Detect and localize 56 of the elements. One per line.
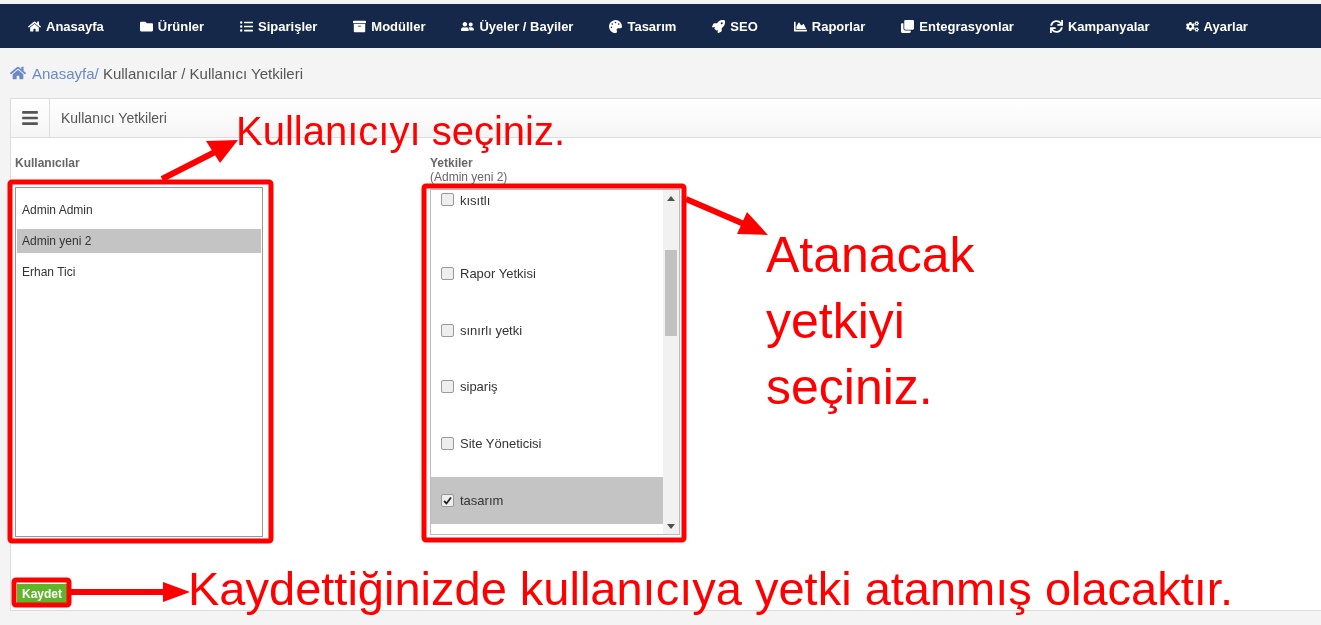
nav-link[interactable]: Modüller [353, 18, 426, 34]
nav-icon [461, 19, 475, 33]
nav-icon [1049, 19, 1063, 33]
home-icon [10, 65, 26, 81]
user-list-item[interactable]: Admin yeni 2 [17, 229, 261, 253]
checkbox[interactable] [441, 494, 454, 508]
nav-icon [901, 19, 915, 33]
permission-item[interactable]: kısıtlı [431, 193, 663, 240]
nav-icon [240, 19, 254, 33]
checkbox[interactable] [441, 193, 454, 206]
user-listbox[interactable]: Admin Admin Admin yeni 2 Erhan Tici [15, 187, 263, 537]
permission-name: tasarım [460, 493, 504, 509]
permission-item[interactable]: Site Yöneticisi [431, 420, 663, 468]
nav-icon [139, 19, 153, 33]
permission-name: Rapor Yetkisi [460, 265, 536, 281]
nav-link[interactable]: Kampanyalar [1049, 18, 1150, 34]
permission-item[interactable]: Rapor Yetkisi [431, 249, 663, 297]
checkbox[interactable] [441, 323, 454, 337]
annotation-text: Kullanıcıyı seçiniz. [236, 108, 566, 155]
nav-link[interactable]: Siparişler [240, 18, 318, 34]
nav-icon [712, 19, 726, 33]
user-list-item[interactable]: Admin Admin [17, 198, 261, 222]
permission-name: Site Yöneticisi [460, 436, 542, 452]
nav-link[interactable]: Üyeler / Bayiler [461, 18, 574, 34]
nav-link[interactable]: Entegrasyonlar [901, 18, 1014, 34]
highlight-frame [11, 577, 72, 608]
permission-item[interactable]: tasarım [431, 477, 663, 524]
nav-link[interactable]: Ayarlar [1185, 18, 1248, 34]
annotation-text: Atanacak yetkiyi seçiniz. [766, 226, 976, 417]
user-list-item[interactable]: Erhan Tici [17, 260, 261, 284]
permission-name: kısıtlı [460, 193, 491, 208]
permissions-label: Yetkiler [430, 156, 474, 170]
permission-name: sipariş [460, 379, 498, 395]
checkbox[interactable] [441, 437, 454, 451]
nav-icon [353, 19, 367, 33]
permission-listbox[interactable]: kısıtlı Rapor Yetkisi sınırlı yetki sipariş Site Yöneticisi tasarım [430, 189, 680, 535]
permission-item[interactable]: sınırlı yetki [431, 306, 663, 354]
nav-link[interactable]: Ürünler [139, 18, 205, 34]
nav-link[interactable]: Anasayfa [28, 18, 104, 34]
nav-icon [28, 19, 41, 33]
nav-icon [609, 19, 623, 33]
nav-link[interactable]: SEO [712, 18, 758, 34]
permission-item[interactable]: sipariş [431, 363, 663, 411]
checkbox[interactable] [441, 266, 454, 280]
nav-link[interactable]: Raporlar [793, 18, 866, 34]
panel-title: Kullanıcı Yetkileri [60, 109, 167, 128]
selected-user-caption: (Admin yeni 2) [430, 170, 509, 184]
checkbox[interactable] [441, 380, 454, 394]
annotation-text: Kaydettiğinizde kullanıcıya yetki atanmış olacaktır. [188, 561, 1233, 617]
nav-icon [793, 19, 807, 33]
permission-name: sınırlı yetki [460, 322, 523, 338]
users-label: Kullanıcılar [15, 156, 81, 170]
breadcrumb-text: Kullanıcılar / Kullanıcı Yetkileri [101, 64, 303, 82]
nav-link[interactable]: Tasarım [609, 18, 677, 34]
nav-icon [1185, 19, 1199, 33]
scrollbar[interactable] [663, 190, 679, 534]
